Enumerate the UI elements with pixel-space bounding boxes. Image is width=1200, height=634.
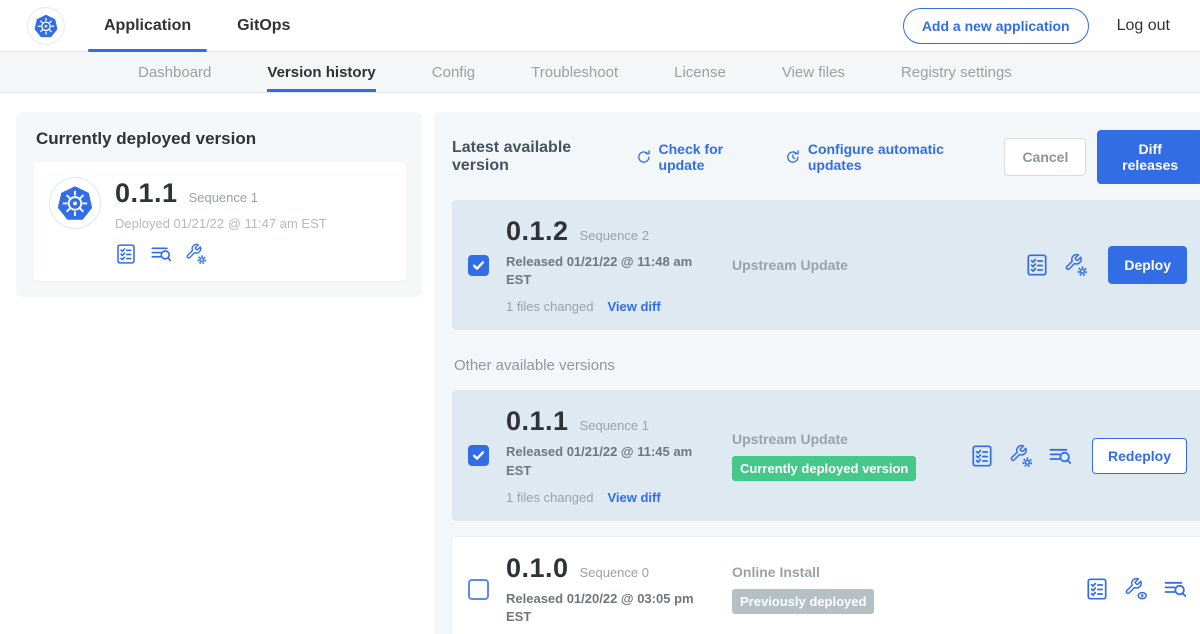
version-history-panel: Latest available version Check for updat… — [434, 112, 1200, 634]
logout-link[interactable]: Log out — [1117, 17, 1170, 35]
config-icon[interactable] — [1064, 253, 1088, 277]
view-diff-link[interactable]: View diff — [607, 490, 660, 505]
deploy-logs-icon[interactable] — [1163, 577, 1187, 601]
tab-gitops[interactable]: GitOps — [237, 0, 290, 52]
app-logo — [50, 178, 100, 228]
version-row-0-1-2: 0.1.2 Sequence 2 Released 01/21/22 @ 11:… — [452, 200, 1200, 330]
configure-auto-updates-link[interactable]: Configure automatic updates — [785, 141, 978, 173]
kubernetes-logo — [28, 8, 64, 44]
configure-auto-updates-label: Configure automatic updates — [808, 141, 979, 173]
deployed-timestamp: Deployed 01/21/22 @ 11:47 am EST — [115, 216, 327, 231]
version-number: 0.1.0 — [506, 553, 569, 584]
release-notes-icon[interactable] — [1085, 577, 1109, 601]
version-source-label: Upstream Update — [732, 431, 848, 447]
latest-version-title: Latest available version — [452, 139, 612, 175]
tab-application[interactable]: Application — [104, 0, 191, 52]
subnav-view-files[interactable]: View files — [782, 52, 845, 92]
version-source-label: Online Install — [732, 564, 820, 580]
version-checkbox[interactable] — [468, 255, 489, 276]
config-icon[interactable] — [185, 243, 207, 265]
subnav-registry-settings[interactable]: Registry settings — [901, 52, 1012, 92]
redeploy-button[interactable]: Redeploy — [1092, 438, 1187, 474]
deployed-version-number: 0.1.1 — [115, 178, 178, 209]
previously-deployed-badge: Previously deployed — [732, 589, 874, 614]
version-number: 0.1.1 — [506, 406, 569, 437]
currently-deployed-badge: Currently deployed version — [732, 456, 916, 481]
view-diff-link[interactable]: View diff — [607, 299, 660, 314]
check-for-update-link[interactable]: Check for update — [636, 141, 759, 173]
files-changed-label: 1 files changed — [506, 490, 593, 505]
release-notes-icon[interactable] — [1025, 253, 1049, 277]
version-row-0-1-0: 0.1.0 Sequence 0 Released 01/20/22 @ 03:… — [452, 537, 1200, 634]
currently-deployed-panel: Currently deployed version 0.1.1 Sequenc… — [16, 112, 422, 297]
app-sub-nav: Dashboard Version history Config Trouble… — [0, 52, 1200, 93]
subnav-dashboard[interactable]: Dashboard — [138, 52, 211, 92]
deployed-sequence-label: Sequence 1 — [189, 190, 258, 205]
sequence-label: Sequence 0 — [580, 565, 649, 580]
release-notes-icon[interactable] — [970, 444, 994, 468]
deploy-button[interactable]: Deploy — [1108, 246, 1187, 284]
sequence-label: Sequence 2 — [580, 228, 649, 243]
subnav-config[interactable]: Config — [432, 52, 475, 92]
version-source-label: Upstream Update — [732, 257, 848, 273]
subnav-license[interactable]: License — [674, 52, 726, 92]
deployed-version-card: 0.1.1 Sequence 1 Deployed 01/21/22 @ 11:… — [34, 162, 406, 281]
top-nav: Application GitOps Add a new application… — [0, 0, 1200, 52]
released-timestamp: Released 01/21/22 @ 11:48 amEST — [506, 253, 732, 289]
subnav-version-history[interactable]: Version history — [267, 52, 375, 92]
diff-releases-button[interactable]: Diff releases — [1097, 130, 1200, 184]
sequence-label: Sequence 1 — [580, 418, 649, 433]
deploy-logs-icon[interactable] — [1048, 444, 1072, 468]
auto-update-clock-icon — [785, 148, 801, 166]
deploy-logs-icon[interactable] — [150, 243, 172, 265]
version-number: 0.1.2 — [506, 216, 569, 247]
subnav-troubleshoot[interactable]: Troubleshoot — [531, 52, 618, 92]
config-view-icon[interactable] — [1124, 577, 1148, 601]
check-for-update-label: Check for update — [659, 141, 759, 173]
files-changed-label: 1 files changed — [506, 299, 593, 314]
cancel-button[interactable]: Cancel — [1004, 138, 1086, 176]
version-checkbox[interactable] — [468, 445, 489, 466]
version-checkbox[interactable] — [468, 579, 489, 600]
released-timestamp: Released 01/21/22 @ 11:45 amEST — [506, 443, 732, 479]
config-icon[interactable] — [1009, 444, 1033, 468]
main-content: Currently deployed version 0.1.1 Sequenc… — [0, 93, 1200, 634]
version-row-0-1-1: 0.1.1 Sequence 1 Released 01/21/22 @ 11:… — [452, 390, 1200, 520]
released-timestamp: Released 01/20/22 @ 03:05 pmEST — [506, 590, 732, 626]
other-versions-label: Other available versions — [454, 357, 1200, 374]
release-notes-icon[interactable] — [115, 243, 137, 265]
add-application-button[interactable]: Add a new application — [903, 8, 1089, 44]
currently-deployed-title: Currently deployed version — [36, 129, 406, 149]
refresh-icon — [636, 148, 652, 166]
